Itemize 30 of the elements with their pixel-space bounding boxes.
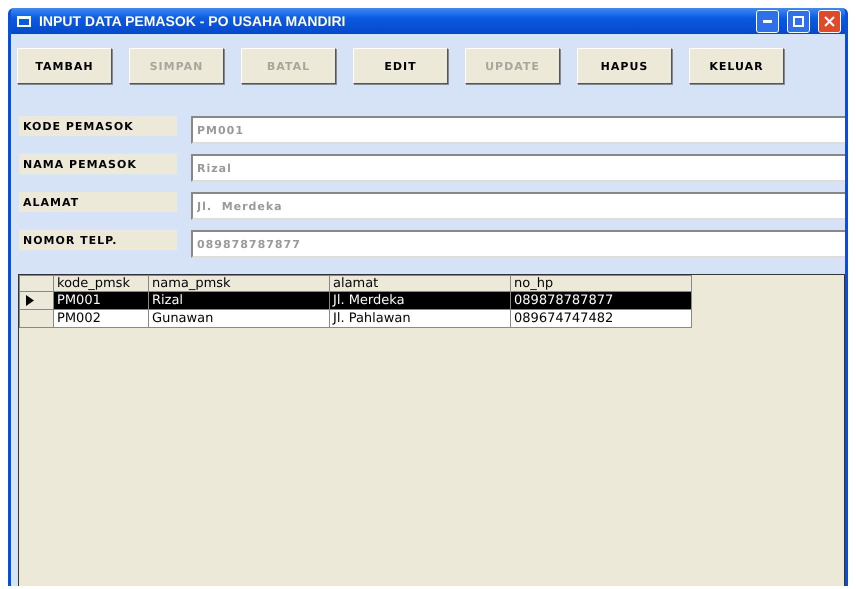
table-cell: Jl. Merdeka xyxy=(330,292,510,310)
field-label: NAMA PEMASOK xyxy=(19,154,177,174)
column-header[interactable]: kode_pmsk xyxy=(54,276,148,292)
table-cell: 089674747482 xyxy=(510,310,692,328)
column-header[interactable]: nama_pmsk xyxy=(148,276,330,292)
minimize-icon xyxy=(763,20,772,22)
table-cell: PM001 xyxy=(54,292,148,310)
table-cell: Jl. Pahlawan xyxy=(330,310,510,328)
pointer-icon xyxy=(26,295,34,306)
window-icon xyxy=(17,16,31,26)
table-cell: Gunawan xyxy=(148,310,330,328)
close-icon xyxy=(824,16,835,26)
field-label: KODE PEMASOK xyxy=(19,116,177,136)
table-cell: 089878787877 xyxy=(510,292,692,310)
toolbar-button[interactable]: KELUAR xyxy=(689,48,784,84)
field-label: NOMOR TELP. xyxy=(19,230,177,250)
toolbar-button[interactable]: EDIT xyxy=(353,48,448,84)
field-label: ALAMAT xyxy=(19,192,177,212)
row-selector[interactable] xyxy=(20,292,54,310)
close-button[interactable] xyxy=(818,10,841,32)
maximize-icon xyxy=(793,16,804,26)
minimize-button[interactable] xyxy=(756,10,779,32)
table-cell: PM002 xyxy=(54,310,148,328)
toolbar-button[interactable]: TAMBAH xyxy=(17,48,112,84)
maximize-button[interactable] xyxy=(787,10,810,32)
column-header[interactable]: alamat xyxy=(330,276,510,292)
window-title: INPUT DATA PEMASOK - PO USAHA MANDIRI xyxy=(39,13,346,29)
toolbar-button[interactable]: HAPUS xyxy=(577,48,672,84)
column-header[interactable]: no_hp xyxy=(510,276,692,292)
table-cell: Rizal xyxy=(148,292,330,310)
